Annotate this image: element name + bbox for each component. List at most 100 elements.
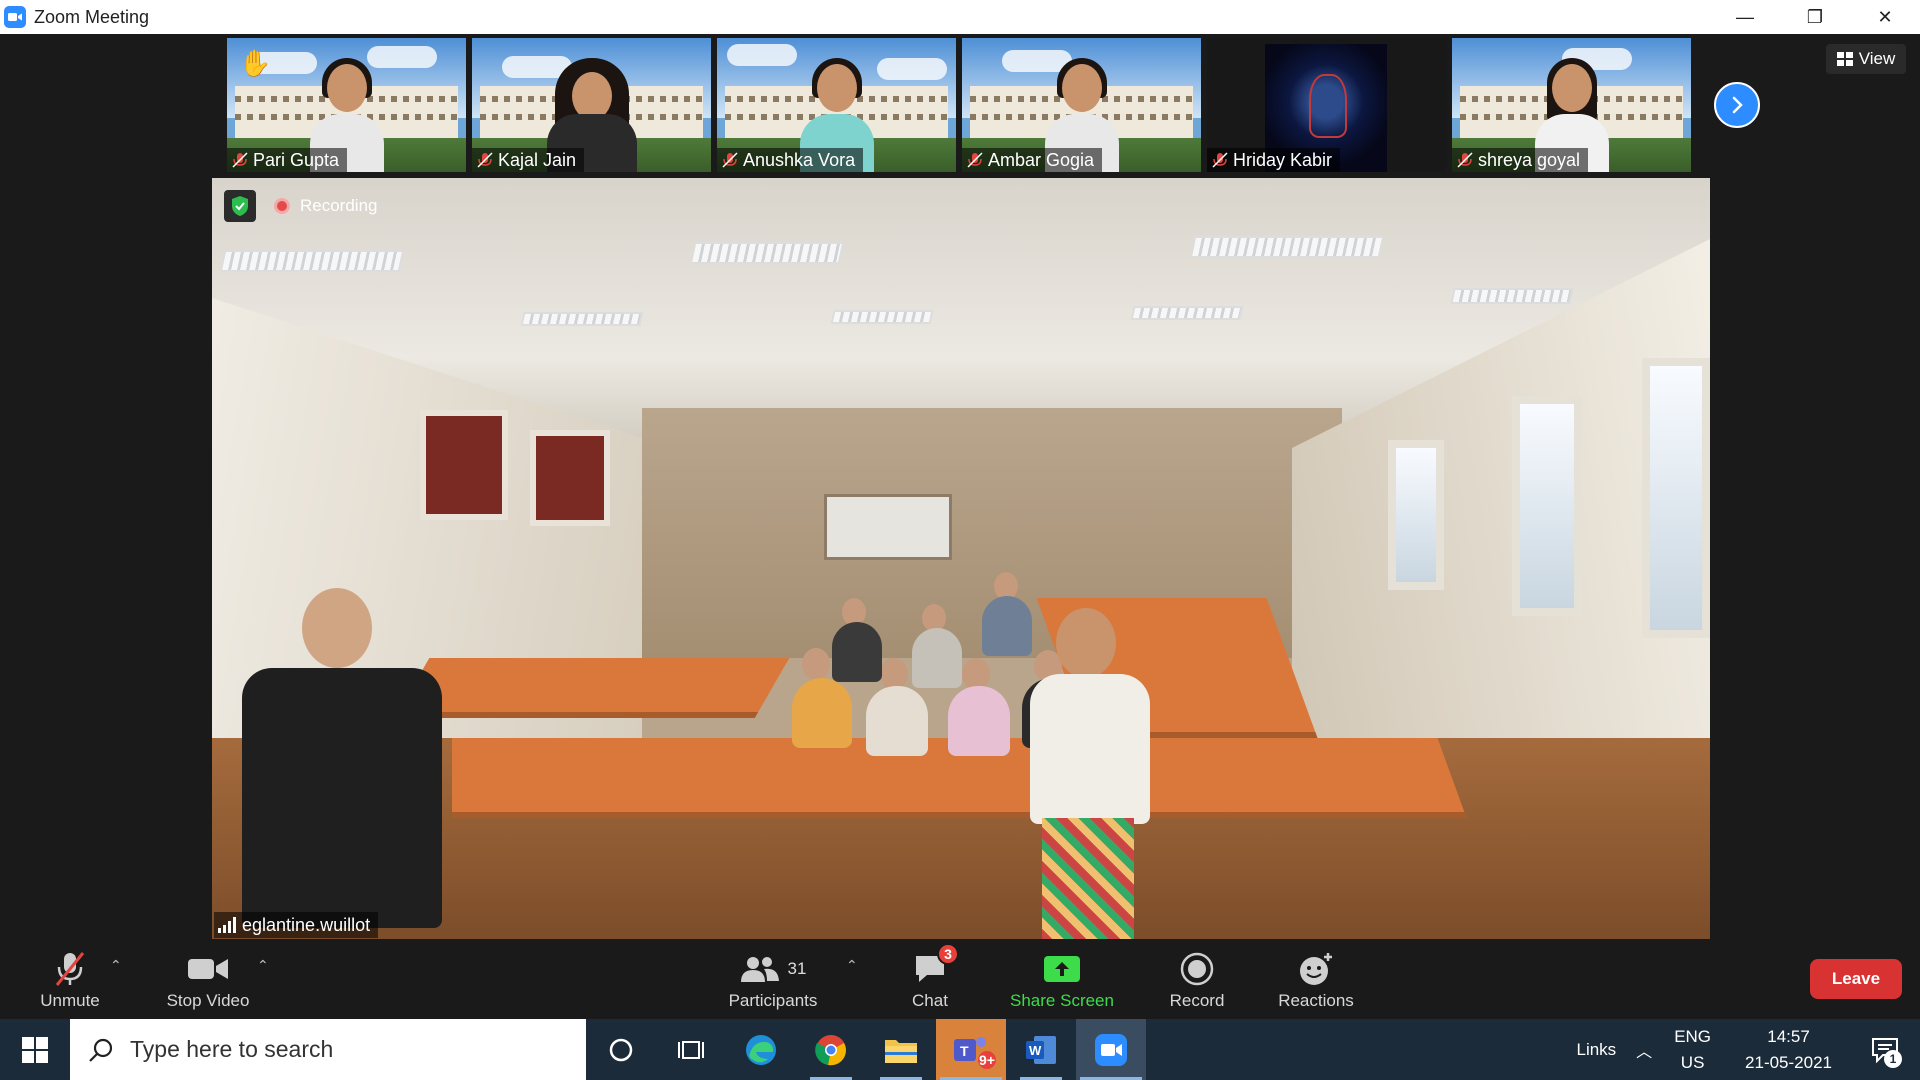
participant-tile[interactable]: Anushka Vora [717,38,956,172]
participant-name: Ambar Gogia [988,149,1095,170]
record-label: Record [1169,991,1225,1010]
edge-browser-button[interactable] [726,1019,796,1080]
action-center-button[interactable]: 1 [1862,1019,1908,1080]
zoom-icon [1095,1033,1127,1066]
gallery-strip: ✋ Pari Gupta Kajal Jain Anushka Vora Amb… [227,38,1691,172]
participant-tile[interactable]: Kajal Jain [472,38,711,172]
meeting-toolbar: Unmute ⌃ Stop Video ⌃ 31 Participants ⌃ … [0,939,1920,1019]
participant-name: Kajal Jain [498,149,577,170]
recording-dot-icon [274,198,290,214]
unmute-label: Unmute [40,991,100,1010]
speaker-video[interactable]: Recording eglantine.wuillot [212,178,1710,940]
participant-tile[interactable]: ✋ Pari Gupta [227,38,466,172]
chat-label: Chat [912,991,948,1010]
title-bar: Zoom Meeting — ❐ ✕ [0,0,1920,34]
recording-label: Recording [300,196,378,215]
svg-text:W: W [1029,1043,1042,1058]
participants-button[interactable]: 31 Participants [718,939,828,1019]
task-view-icon [678,1040,704,1059]
stop-video-button[interactable]: Stop Video [158,939,258,1019]
mic-muted-icon [1457,152,1473,168]
search-icon [89,1038,113,1062]
edge-icon [746,1034,776,1065]
mic-muted-icon [967,152,983,168]
stop-video-label: Stop Video [166,991,250,1010]
mic-muted-icon [1212,152,1228,168]
share-screen-button[interactable]: Share Screen [1004,939,1120,1019]
svg-text:T: T [960,1043,969,1059]
start-button[interactable] [0,1019,70,1080]
next-page-button[interactable] [1714,82,1760,128]
word-button[interactable]: W [1006,1019,1076,1080]
view-button[interactable]: View [1826,44,1906,74]
windows-taskbar: Type here to search T 9+ W Links ︿ ENG U… [0,1019,1920,1080]
mic-muted-icon [477,152,493,168]
participants-label: Participants [728,991,818,1010]
participant-name: Anushka Vora [743,149,856,170]
participants-options-caret[interactable]: ⌃ [846,957,858,974]
chrome-button[interactable] [796,1019,866,1080]
speaker-nameplate: eglantine.wuillot [214,912,379,938]
mic-muted-icon [232,152,248,168]
chat-unread-badge: 3 [937,943,959,965]
leave-button[interactable]: Leave [1810,959,1902,999]
participant-tile[interactable]: Hriday Kabir [1207,38,1446,172]
security-shield-icon[interactable] [224,190,256,222]
audio-options-caret[interactable]: ⌃ [110,957,122,974]
minimize-button[interactable]: — [1710,0,1780,34]
record-button[interactable]: Record [1156,939,1238,1019]
reactions-button[interactable]: Reactions [1272,939,1360,1019]
meeting-area: ✋ Pari Gupta Kajal Jain Anushka Vora Amb… [0,34,1920,940]
language-code: ENG [1674,1026,1712,1046]
recording-indicator[interactable]: Recording [274,192,378,220]
video-options-caret[interactable]: ⌃ [257,957,269,974]
notification-count-badge: 1 [1884,1050,1902,1068]
chrome-icon [815,1034,846,1065]
mic-muted-icon [722,152,738,168]
participant-name: shreya goyal [1478,149,1581,170]
share-screen-icon [1044,956,1080,982]
grid-view-icon [1836,52,1853,66]
speaker-name: eglantine.wuillot [242,914,371,935]
view-label: View [1858,49,1896,68]
smiley-plus-icon [1300,953,1332,985]
input-language-indicator[interactable]: ENG US [1674,1024,1711,1076]
clock-time: 14:57 [1767,1026,1810,1046]
file-explorer-button[interactable] [866,1019,936,1080]
taskbar-search-input[interactable]: Type here to search [70,1019,586,1080]
window-title: Zoom Meeting [34,6,150,27]
participant-name: Hriday Kabir [1233,149,1333,170]
word-icon: W [1026,1035,1056,1064]
cortana-circle-icon [609,1038,633,1061]
close-button[interactable]: ✕ [1850,0,1920,34]
restore-button[interactable]: ❐ [1780,0,1850,34]
share-screen-label: Share Screen [1010,991,1114,1010]
participants-count: 31 [787,959,807,978]
reactions-label: Reactions [1278,991,1354,1010]
show-hidden-icons-chevron-icon[interactable]: ︿ [1636,1038,1652,1062]
participant-name: Pari Gupta [253,149,340,170]
chevron-right-icon [1732,96,1743,114]
windows-logo-icon [22,1036,48,1063]
chat-button[interactable]: 3 Chat [900,939,960,1019]
task-view-button[interactable] [656,1019,726,1080]
zoom-app-icon [4,6,26,28]
record-icon [1180,952,1214,986]
clock-date: 21-05-2021 [1745,1052,1832,1072]
signal-strength-icon [218,917,236,933]
participant-tile[interactable]: Ambar Gogia [962,38,1201,172]
system-clock[interactable]: 14:57 21-05-2021 [1745,1024,1832,1076]
zoom-taskbar-button[interactable] [1076,1019,1146,1080]
mic-muted-icon [55,952,85,986]
cortana-button[interactable] [586,1019,656,1080]
links-toolbar[interactable]: Links [1576,1040,1616,1060]
participants-icon [740,957,779,982]
teams-button[interactable]: T 9+ [936,1019,1006,1080]
folder-icon [885,1039,917,1063]
region-code: US [1680,1052,1705,1072]
video-camera-icon [188,959,228,979]
search-placeholder: Type here to search [130,1036,334,1062]
unmute-button[interactable]: Unmute [30,939,110,1019]
participant-tile[interactable]: shreya goyal [1452,38,1691,172]
raised-hand-icon: ✋ [239,48,272,78]
